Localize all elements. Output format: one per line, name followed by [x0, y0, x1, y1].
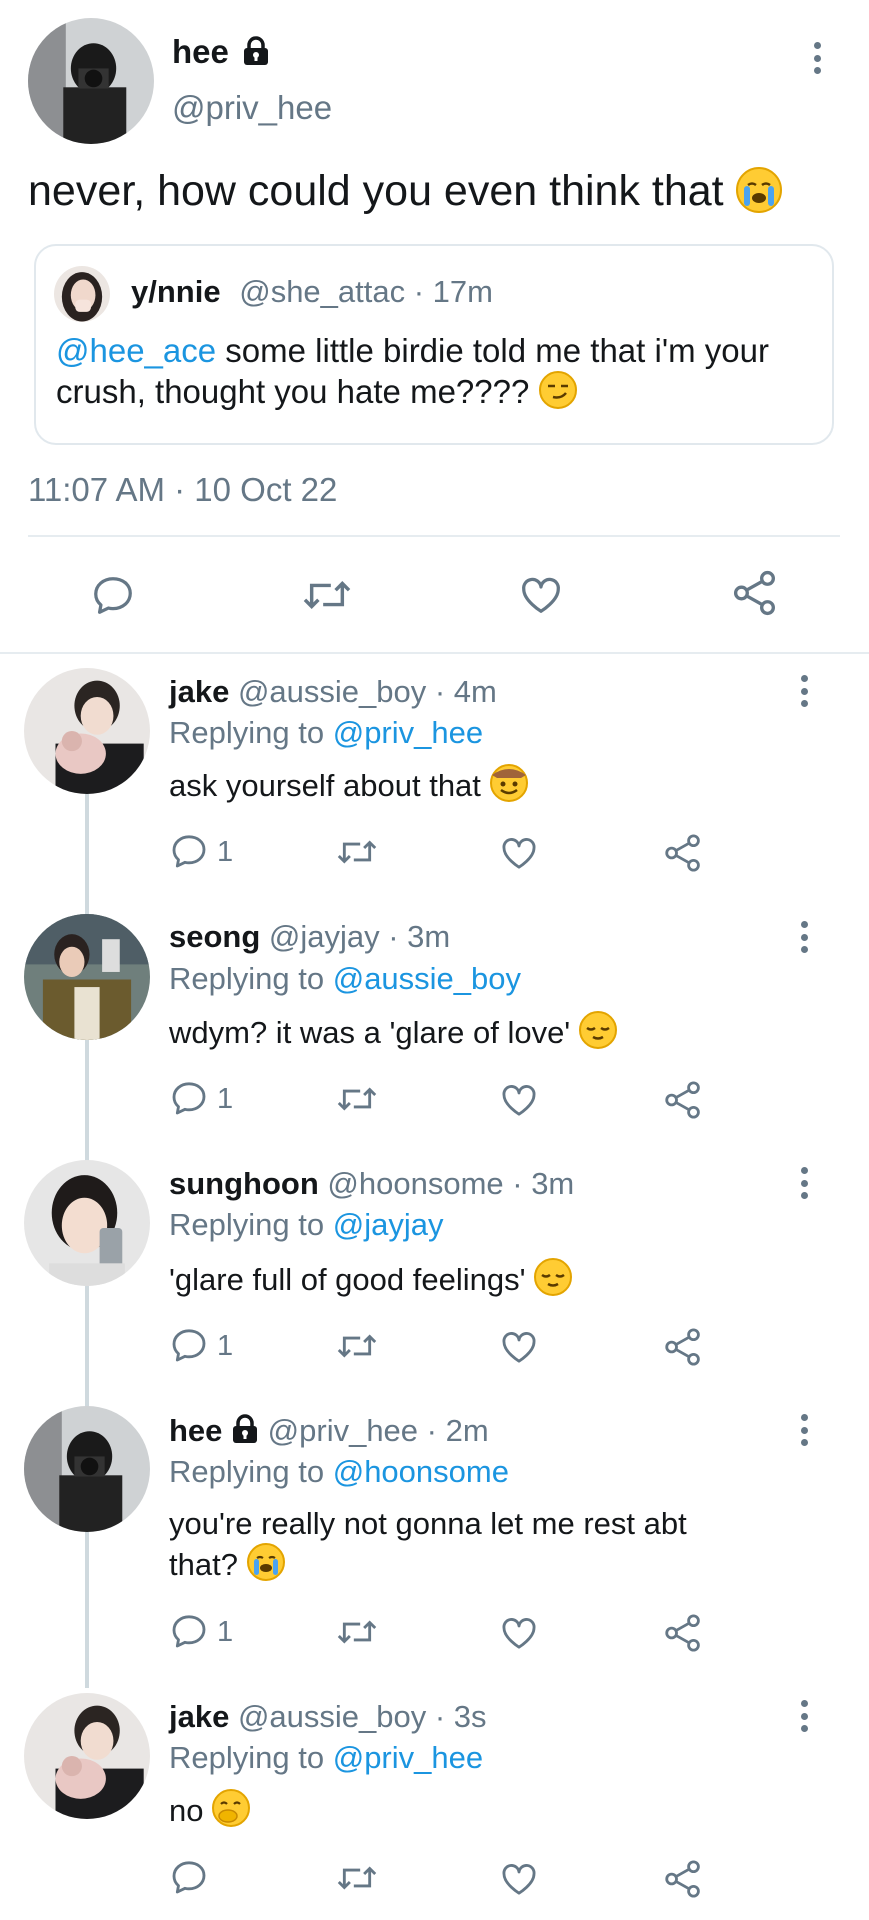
- section-divider: [0, 652, 869, 654]
- hand-over-mouth-emoji: [212, 1789, 251, 1827]
- tweet-text: never, how could you even think that: [28, 167, 724, 215]
- reply-icon[interactable]: [90, 572, 136, 618]
- reply-author-name: jake: [169, 1699, 230, 1734]
- mention-link[interactable]: @hee_ace: [56, 332, 216, 369]
- reply-icon[interactable]: [169, 1078, 209, 1118]
- avatar-ynnie[interactable]: [54, 266, 110, 322]
- retweet-icon[interactable]: [299, 572, 355, 618]
- reply-icon[interactable]: [169, 831, 209, 871]
- retweet-icon[interactable]: [334, 1613, 380, 1651]
- like-icon[interactable]: [499, 1859, 539, 1899]
- reply-count: 1: [217, 1616, 234, 1648]
- avatar-jake[interactable]: [24, 668, 150, 794]
- replying-to-handle[interactable]: @aussie_boy: [333, 961, 521, 996]
- smirk-emoji: [538, 371, 577, 409]
- retweet-icon[interactable]: [334, 1859, 380, 1897]
- replying-to-handle[interactable]: @jayjay: [333, 1207, 444, 1242]
- reply-icon[interactable]: [169, 1611, 209, 1651]
- like-icon[interactable]: [499, 833, 539, 873]
- reply-count: 1: [217, 836, 234, 868]
- like-icon[interactable]: [499, 1080, 539, 1120]
- like-icon[interactable]: [499, 1327, 539, 1367]
- relieved-emoji: [534, 1258, 573, 1296]
- crying-emoji: [735, 167, 782, 213]
- reply-author-name: hee: [169, 1413, 223, 1448]
- share-icon[interactable]: [662, 1612, 704, 1654]
- reply-author-name: seong: [169, 919, 261, 954]
- more-options-icon[interactable]: [798, 1700, 810, 1732]
- reply-meta: @aussie_boy · 4m: [229, 674, 497, 709]
- cowboy-emoji: [489, 764, 528, 802]
- more-options-icon[interactable]: [811, 42, 823, 74]
- reply-text: ask yourself about that: [169, 768, 481, 803]
- more-options-icon[interactable]: [798, 1414, 810, 1446]
- replying-to-label: Replying to: [169, 1207, 333, 1242]
- reply-text: no: [169, 1793, 204, 1828]
- replying-to-label: Replying to: [169, 715, 333, 750]
- reply-meta: @jayjay · 3m: [260, 919, 451, 954]
- share-icon[interactable]: [662, 1858, 704, 1900]
- author-name: hee: [172, 33, 229, 70]
- divider: [28, 535, 840, 537]
- avatar-jake[interactable]: [24, 1693, 150, 1819]
- lock-icon: [242, 35, 270, 75]
- reply-count: 1: [217, 1083, 234, 1115]
- crying-emoji: [246, 1543, 285, 1581]
- relieved-emoji: [578, 1011, 617, 1049]
- reply-text-line1: you're really not gonna let me rest abt: [169, 1506, 687, 1541]
- reply-text: 'glare full of good feelings': [169, 1262, 526, 1297]
- share-icon[interactable]: [662, 1079, 704, 1121]
- avatar-hee[interactable]: [24, 1406, 150, 1532]
- avatar-seong[interactable]: [24, 914, 150, 1040]
- avatar-hee[interactable]: [28, 18, 154, 144]
- reply-meta: @priv_hee · 2m: [259, 1413, 489, 1448]
- retweet-icon[interactable]: [334, 1080, 380, 1118]
- reply-meta: @hoonsome · 3m: [318, 1166, 575, 1201]
- more-options-icon[interactable]: [798, 921, 810, 953]
- share-icon[interactable]: [730, 568, 780, 618]
- more-options-icon[interactable]: [798, 1167, 810, 1199]
- like-icon[interactable]: [499, 1613, 539, 1653]
- reply-text: wdym? it was a 'glare of love': [169, 1015, 571, 1050]
- reply-author-name: sunghoon: [169, 1166, 319, 1201]
- replying-to-handle[interactable]: @hoonsome: [333, 1454, 509, 1489]
- more-options-icon[interactable]: [798, 675, 810, 707]
- share-icon[interactable]: [662, 1326, 704, 1368]
- author-handle: @priv_hee: [172, 89, 333, 126]
- replying-to-label: Replying to: [169, 1740, 333, 1775]
- share-icon[interactable]: [662, 832, 704, 874]
- avatar-sunghoon[interactable]: [24, 1160, 150, 1286]
- like-icon[interactable]: [518, 572, 564, 618]
- replying-to-label: Replying to: [169, 961, 333, 996]
- replying-to-label: Replying to: [169, 1454, 333, 1489]
- quoted-author-name: y/nnie: [131, 274, 221, 309]
- lock-icon: [231, 1414, 259, 1454]
- reply-count: 1: [217, 1330, 234, 1362]
- reply-author-name: jake: [169, 674, 230, 709]
- reply-text-line2: that?: [169, 1547, 238, 1582]
- retweet-icon[interactable]: [334, 1327, 380, 1365]
- tweet-timestamp: 11:07 AM · 10 Oct 22: [28, 471, 338, 508]
- reply-icon[interactable]: [169, 1325, 209, 1365]
- replying-to-handle[interactable]: @priv_hee: [333, 715, 483, 750]
- retweet-icon[interactable]: [334, 833, 380, 871]
- replying-to-handle[interactable]: @priv_hee: [333, 1740, 483, 1775]
- reply-meta: @aussie_boy · 3s: [229, 1699, 487, 1734]
- reply-icon[interactable]: [169, 1857, 209, 1897]
- quoted-handle-time: @she_attac · 17m: [239, 274, 493, 309]
